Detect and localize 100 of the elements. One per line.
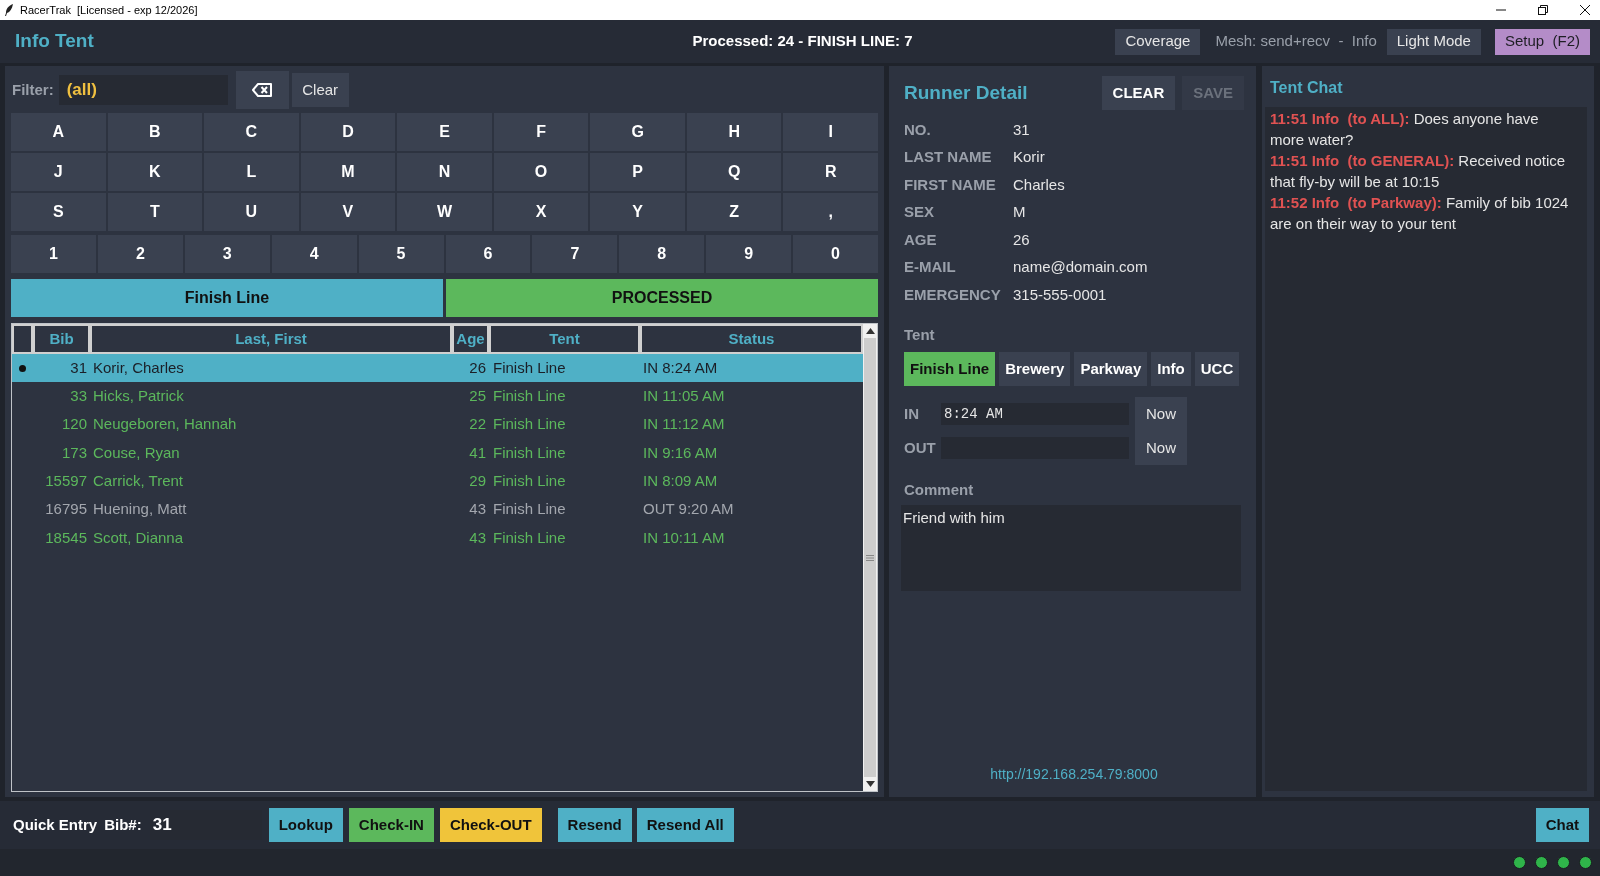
- restore-icon[interactable]: [1538, 5, 1548, 15]
- field-value: 31: [1013, 119, 1030, 140]
- letter-key[interactable]: R: [783, 153, 878, 191]
- letter-key[interactable]: V: [300, 193, 396, 231]
- tent-option[interactable]: UCC: [1194, 352, 1240, 386]
- letter-key[interactable]: P: [590, 153, 685, 191]
- table-row[interactable]: 18545 Scott, Dianna 43 Finish Line IN 10:11 AM: [12, 523, 863, 553]
- clear-filter-button[interactable]: Clear: [291, 73, 349, 107]
- mesh-status: Mesh: send+recv - Info: [1215, 31, 1377, 52]
- table-cell-text: Korir, Charles: [92, 357, 185, 378]
- table-cell-text: Hicks, Patrick: [92, 386, 185, 407]
- action-button[interactable]: Resend: [557, 808, 632, 842]
- backspace-icon: [252, 83, 273, 97]
- letter-key[interactable]: G: [590, 113, 685, 151]
- action-button[interactable]: Check-IN: [348, 808, 434, 842]
- table-row[interactable]: 16795 Huening, Matt 43 Finish Line OUT 9:20 AM: [12, 495, 863, 524]
- letter-key[interactable]: A: [11, 113, 106, 151]
- field-value: 26: [1013, 229, 1030, 250]
- chat-message: 11:51 Info (to ALL): Does anyone have more water?: [1270, 109, 1540, 150]
- number-key[interactable]: 6: [445, 235, 531, 273]
- panel-title: Runner Detail: [904, 80, 1028, 105]
- letter-key[interactable]: K: [107, 153, 203, 191]
- number-key[interactable]: 8: [619, 235, 705, 273]
- table-cell-text: Neugeboren, Hannah: [92, 414, 238, 435]
- tent-title: Info Tent: [15, 29, 94, 54]
- column-header[interactable]: Last, First: [90, 324, 452, 354]
- tent-option[interactable]: Info: [1151, 352, 1191, 386]
- letter-key[interactable]: C: [204, 113, 299, 151]
- table-cell-text: Finish Line: [492, 442, 567, 463]
- letter-key[interactable]: O: [493, 153, 589, 191]
- setup-button[interactable]: Setup (F2): [1494, 28, 1590, 55]
- view-button[interactable]: PROCESSED: [446, 279, 878, 317]
- field-label: SEX: [904, 202, 935, 222]
- number-key[interactable]: 1: [11, 235, 96, 273]
- scroll-up-icon[interactable]: [865, 328, 875, 334]
- letter-key[interactable]: B: [107, 113, 203, 151]
- table-cell-text: Couse, Ryan: [92, 442, 181, 463]
- column-header[interactable]: Status: [640, 324, 863, 354]
- filter-field[interactable]: (all): [58, 75, 228, 105]
- field-value: M: [1013, 202, 1026, 222]
- backspace-button[interactable]: [235, 71, 289, 109]
- letter-key[interactable]: J: [11, 153, 106, 191]
- coverage-button[interactable]: Coverage: [1115, 28, 1201, 55]
- light-mode-button[interactable]: Light Mode: [1386, 28, 1481, 55]
- number-key[interactable]: 5: [358, 235, 444, 273]
- field-label: E-MAIL: [904, 257, 957, 277]
- table-row[interactable]: 15597 Carrick, Trent 29 Finish Line IN 8:09 AM: [12, 467, 863, 496]
- letter-key[interactable]: I: [783, 113, 878, 151]
- letter-key[interactable]: ,: [783, 193, 878, 231]
- scroll-down-icon[interactable]: [865, 781, 875, 787]
- letter-key[interactable]: L: [204, 153, 299, 191]
- number-key[interactable]: 4: [271, 235, 357, 273]
- scrollbar[interactable]: [863, 324, 877, 791]
- table-cell-text: Scott, Dianna: [92, 527, 185, 548]
- letter-key[interactable]: N: [397, 153, 492, 191]
- letter-key[interactable]: X: [493, 193, 589, 231]
- field-value: Korir: [1013, 147, 1045, 167]
- letter-key[interactable]: Z: [686, 193, 782, 231]
- table-cell-text: IN 8:09 AM: [642, 471, 719, 492]
- number-key[interactable]: 0: [793, 235, 878, 273]
- column-header[interactable]: Tent: [489, 324, 640, 354]
- letter-key[interactable]: U: [204, 193, 299, 231]
- letter-key[interactable]: E: [397, 113, 492, 151]
- column-header[interactable]: Bib: [33, 324, 90, 354]
- filter-label: Filter:: [12, 79, 54, 100]
- feather-icon: [4, 4, 14, 16]
- view-button[interactable]: Finish Line: [11, 279, 443, 317]
- number-key[interactable]: 2: [97, 235, 183, 273]
- tent-option[interactable]: Brewery: [999, 352, 1071, 386]
- number-key[interactable]: 3: [184, 235, 270, 273]
- number-key[interactable]: 9: [706, 235, 792, 273]
- table-cell-text: Finish Line: [492, 499, 567, 520]
- table-row[interactable]: 120 Neugeboren, Hannah 22 Finish Line IN 11:12 AM: [12, 410, 863, 439]
- letter-key[interactable]: D: [300, 113, 396, 151]
- chat-button[interactable]: Chat: [1535, 808, 1589, 842]
- comment-field[interactable]: Friend with him: [901, 504, 1241, 591]
- field-label: FIRST NAME: [904, 174, 997, 195]
- tent-option[interactable]: Parkway: [1074, 352, 1148, 386]
- close-icon[interactable]: [1580, 5, 1590, 15]
- tent-option[interactable]: Finish Line: [904, 352, 996, 386]
- letter-key[interactable]: W: [397, 193, 492, 231]
- column-header[interactable]: Age: [452, 324, 489, 354]
- server-link[interactable]: http://192.168.254.79:8000: [990, 764, 1158, 785]
- letter-key[interactable]: Q: [686, 153, 782, 191]
- letter-key[interactable]: S: [11, 193, 106, 231]
- letter-key[interactable]: T: [107, 193, 203, 231]
- clear-button[interactable]: CLEAR: [1101, 76, 1176, 110]
- letter-key[interactable]: F: [493, 113, 589, 151]
- letter-key[interactable]: Y: [590, 193, 685, 231]
- time-field[interactable]: 8:24 AM: [941, 403, 1129, 425]
- action-button[interactable]: Resend All: [636, 808, 734, 842]
- action-button[interactable]: Lookup: [268, 808, 343, 842]
- table-row[interactable]: 33 Hicks, Patrick 25 Finish Line IN 11:05 AM: [12, 382, 863, 411]
- table-row[interactable]: 31 Korir, Charles 26 Finish Line IN 8:24 AM: [12, 354, 863, 383]
- letter-key[interactable]: H: [686, 113, 782, 151]
- number-key[interactable]: 7: [532, 235, 618, 273]
- scrollbar-thumb[interactable]: [864, 338, 876, 777]
- action-button[interactable]: Check-OUT: [439, 808, 542, 842]
- letter-key[interactable]: M: [300, 153, 396, 191]
- table-row[interactable]: 173 Couse, Ryan 41 Finish Line IN 9:16 AM: [12, 438, 863, 468]
